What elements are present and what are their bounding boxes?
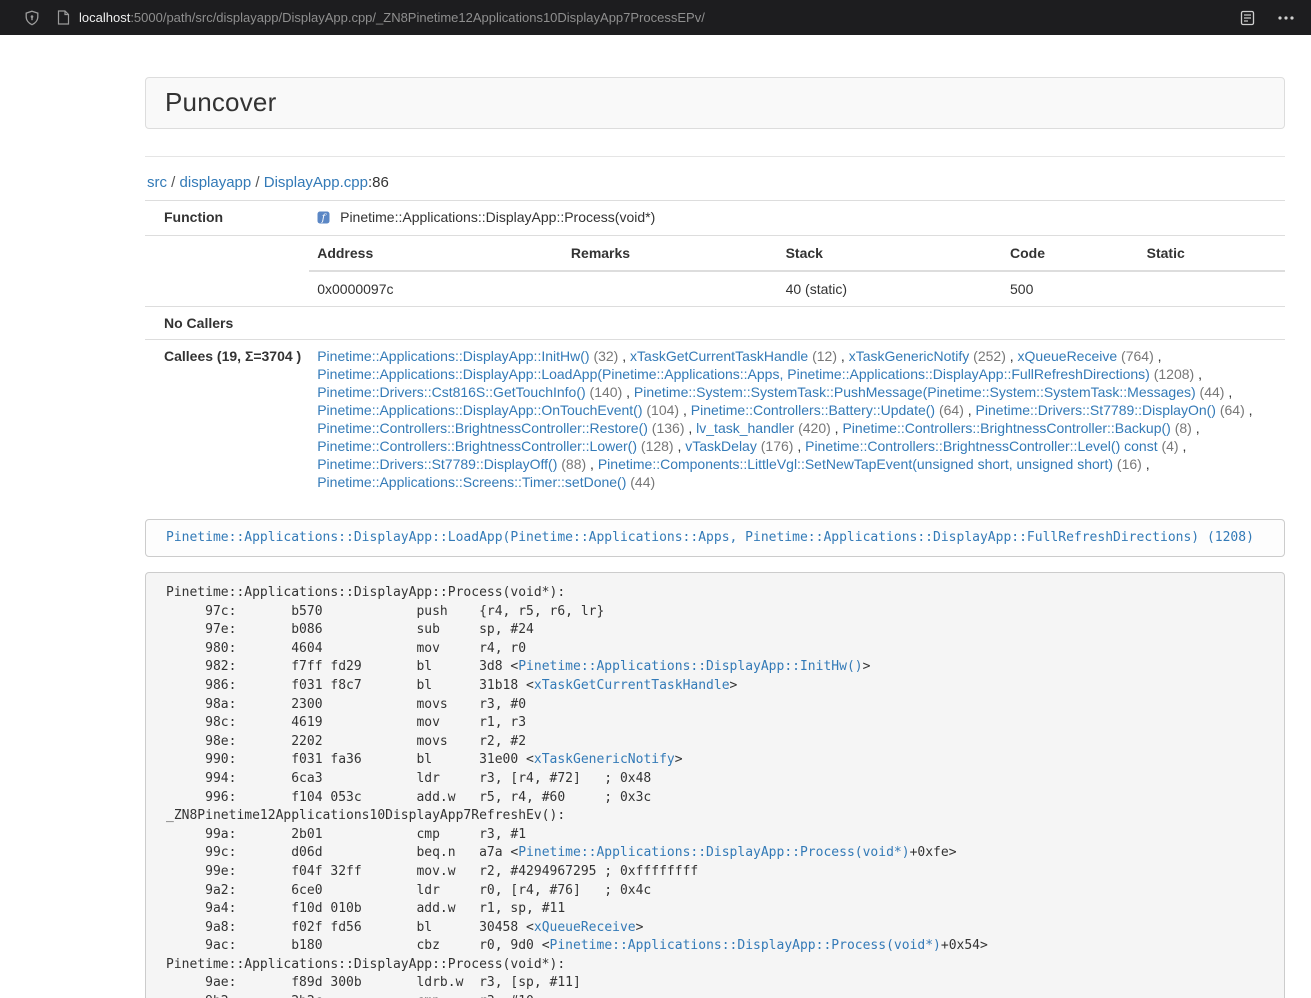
topbar-actions	[1240, 10, 1297, 26]
url-bar[interactable]: localhost:5000/path/src/displayapp/Displ…	[57, 10, 1240, 25]
callee-count: (8)	[1171, 420, 1192, 436]
url-path: :5000/path/src/displayapp/DisplayApp.cpp…	[130, 10, 705, 25]
code-symbol-link[interactable]: xTaskGetCurrentTaskHandle	[534, 678, 730, 693]
page-container: Puncover src / displayapp / DisplayApp.c…	[145, 77, 1285, 998]
stats-row-container: Address Remarks Stack Code Static 0x0000…	[145, 236, 1285, 307]
callee-link[interactable]: Pinetime::Controllers::Battery::Update()	[691, 402, 935, 418]
breadcrumb-link[interactable]: src	[147, 174, 167, 191]
breadcrumb-line-number: :86	[368, 174, 389, 191]
callee-link[interactable]: Pinetime::Controllers::BrightnessControl…	[805, 438, 1157, 454]
col-header-code: Code	[1002, 236, 1139, 271]
highlighted-symbol-name: Pinetime::Applications::DisplayApp::Load…	[166, 530, 1199, 545]
callee-link[interactable]: xQueueReceive	[1018, 348, 1118, 364]
function-name: Pinetime::Applications::DisplayApp::Proc…	[340, 209, 655, 225]
callee-link[interactable]: Pinetime::Drivers::St7789::DisplayOn()	[976, 402, 1216, 418]
app-title-panel: Puncover	[145, 77, 1285, 129]
shield-icon[interactable]	[24, 10, 40, 26]
callee-count: (104)	[643, 402, 680, 418]
col-header-static: Static	[1139, 236, 1285, 271]
callee-count: (44)	[1196, 384, 1225, 400]
code-symbol-link[interactable]: Pinetime::Applications::DisplayApp::Proc…	[550, 938, 941, 953]
callee-link[interactable]: Pinetime::System::SystemTask::PushMessag…	[634, 384, 1196, 400]
highlighted-symbol-box: Pinetime::Applications::DisplayApp::Load…	[145, 519, 1285, 557]
stats-values-row: 0x0000097c 40 (static) 500	[309, 271, 1285, 306]
callee-link[interactable]: vTaskDelay	[685, 438, 757, 454]
highlighted-symbol-link[interactable]: Pinetime::Applications::DisplayApp::Load…	[166, 530, 1254, 545]
stack-value: 40 (static)	[778, 271, 1002, 306]
callee-count: (1208)	[1150, 366, 1194, 382]
breadcrumb-separator: /	[251, 174, 264, 191]
callee-count: (136)	[648, 420, 685, 436]
breadcrumb-link[interactable]: displayapp	[180, 174, 252, 191]
callee-link[interactable]: Pinetime::Applications::DisplayApp::Load…	[317, 366, 1150, 382]
callee-count: (88)	[557, 456, 586, 472]
overflow-menu-icon[interactable]	[1277, 10, 1295, 26]
function-row: Function f Pinetime::Applications::Displ…	[145, 201, 1285, 236]
col-header-address: Address	[309, 236, 563, 271]
callee-link[interactable]: Pinetime::Controllers::BrightnessControl…	[317, 438, 637, 454]
stats-table: Address Remarks Stack Code Static 0x0000…	[309, 236, 1285, 306]
page-title: Puncover	[165, 87, 1265, 118]
code-symbol-link[interactable]: Pinetime::Applications::DisplayApp::Init…	[518, 659, 862, 674]
callee-count: (32)	[590, 348, 619, 364]
callee-link[interactable]: Pinetime::Controllers::BrightnessControl…	[317, 420, 648, 436]
reader-mode-icon[interactable]	[1240, 10, 1255, 26]
callees-row: Callees (19, Σ=3704 ) Pinetime::Applicat…	[145, 340, 1285, 499]
symbol-table: Function f Pinetime::Applications::Displ…	[145, 200, 1285, 498]
callee-link[interactable]: lv_task_handler	[696, 420, 794, 436]
static-value	[1139, 271, 1285, 306]
function-label: Function	[145, 201, 309, 236]
no-callers-row: No Callers	[145, 307, 1285, 340]
callees-list: Pinetime::Applications::DisplayApp::Init…	[309, 340, 1285, 499]
function-symbol-icon: f	[317, 211, 334, 227]
url-text: localhost:5000/path/src/displayapp/Displ…	[79, 10, 705, 25]
address-value: 0x0000097c	[309, 271, 563, 306]
callee-count: (128)	[637, 438, 674, 454]
callee-link[interactable]: Pinetime::Components::LittleVgl::SetNewT…	[598, 456, 1113, 472]
code-symbol-link[interactable]: Pinetime::Applications::DisplayApp::Proc…	[518, 845, 909, 860]
url-host: localhost	[79, 10, 130, 25]
callee-count: (764)	[1117, 348, 1154, 364]
callee-link[interactable]: Pinetime::Controllers::BrightnessControl…	[842, 420, 1170, 436]
callee-count: (64)	[1216, 402, 1245, 418]
breadcrumb-link[interactable]: DisplayApp.cpp	[264, 174, 368, 191]
callee-link[interactable]: xTaskGenericNotify	[849, 348, 970, 364]
callee-count: (64)	[935, 402, 964, 418]
col-header-stack: Stack	[778, 236, 1002, 271]
page-icon	[57, 10, 70, 25]
code-symbol-link[interactable]: xTaskGenericNotify	[534, 752, 675, 767]
callee-link[interactable]: Pinetime::Applications::DisplayApp::Init…	[317, 348, 589, 364]
breadcrumb-separator: /	[167, 174, 180, 191]
code-value: 500	[1002, 271, 1139, 306]
callee-link[interactable]: Pinetime::Applications::Screens::Timer::…	[317, 474, 626, 490]
code-symbol-link[interactable]: xQueueReceive	[534, 920, 636, 935]
callees-label: Callees (19, Σ=3704 )	[145, 340, 309, 499]
callee-count: (420)	[794, 420, 831, 436]
callee-count: (4)	[1158, 438, 1179, 454]
callee-link[interactable]: Pinetime::Drivers::Cst816S::GetTouchInfo…	[317, 384, 585, 400]
col-header-remarks: Remarks	[563, 236, 778, 271]
callee-link[interactable]: Pinetime::Drivers::St7789::DisplayOff()	[317, 456, 557, 472]
callee-count: (44)	[626, 474, 655, 490]
callee-count: (16)	[1113, 456, 1142, 472]
callee-count: (12)	[808, 348, 837, 364]
disassembly: Pinetime::Applications::DisplayApp::Proc…	[145, 572, 1285, 998]
callee-link[interactable]: Pinetime::Applications::DisplayApp::OnTo…	[317, 402, 642, 418]
divider	[145, 156, 1285, 157]
remarks-value	[563, 271, 778, 306]
callee-count: (140)	[586, 384, 623, 400]
browser-topbar: localhost:5000/path/src/displayapp/Displ…	[0, 0, 1311, 35]
highlighted-symbol-count: (1208)	[1207, 530, 1254, 545]
callee-count: (176)	[757, 438, 794, 454]
breadcrumb: src / displayapp / DisplayApp.cpp:86	[147, 174, 1285, 191]
callee-link[interactable]: xTaskGetCurrentTaskHandle	[630, 348, 808, 364]
no-callers-label: No Callers	[145, 307, 309, 340]
callee-count: (252)	[969, 348, 1006, 364]
